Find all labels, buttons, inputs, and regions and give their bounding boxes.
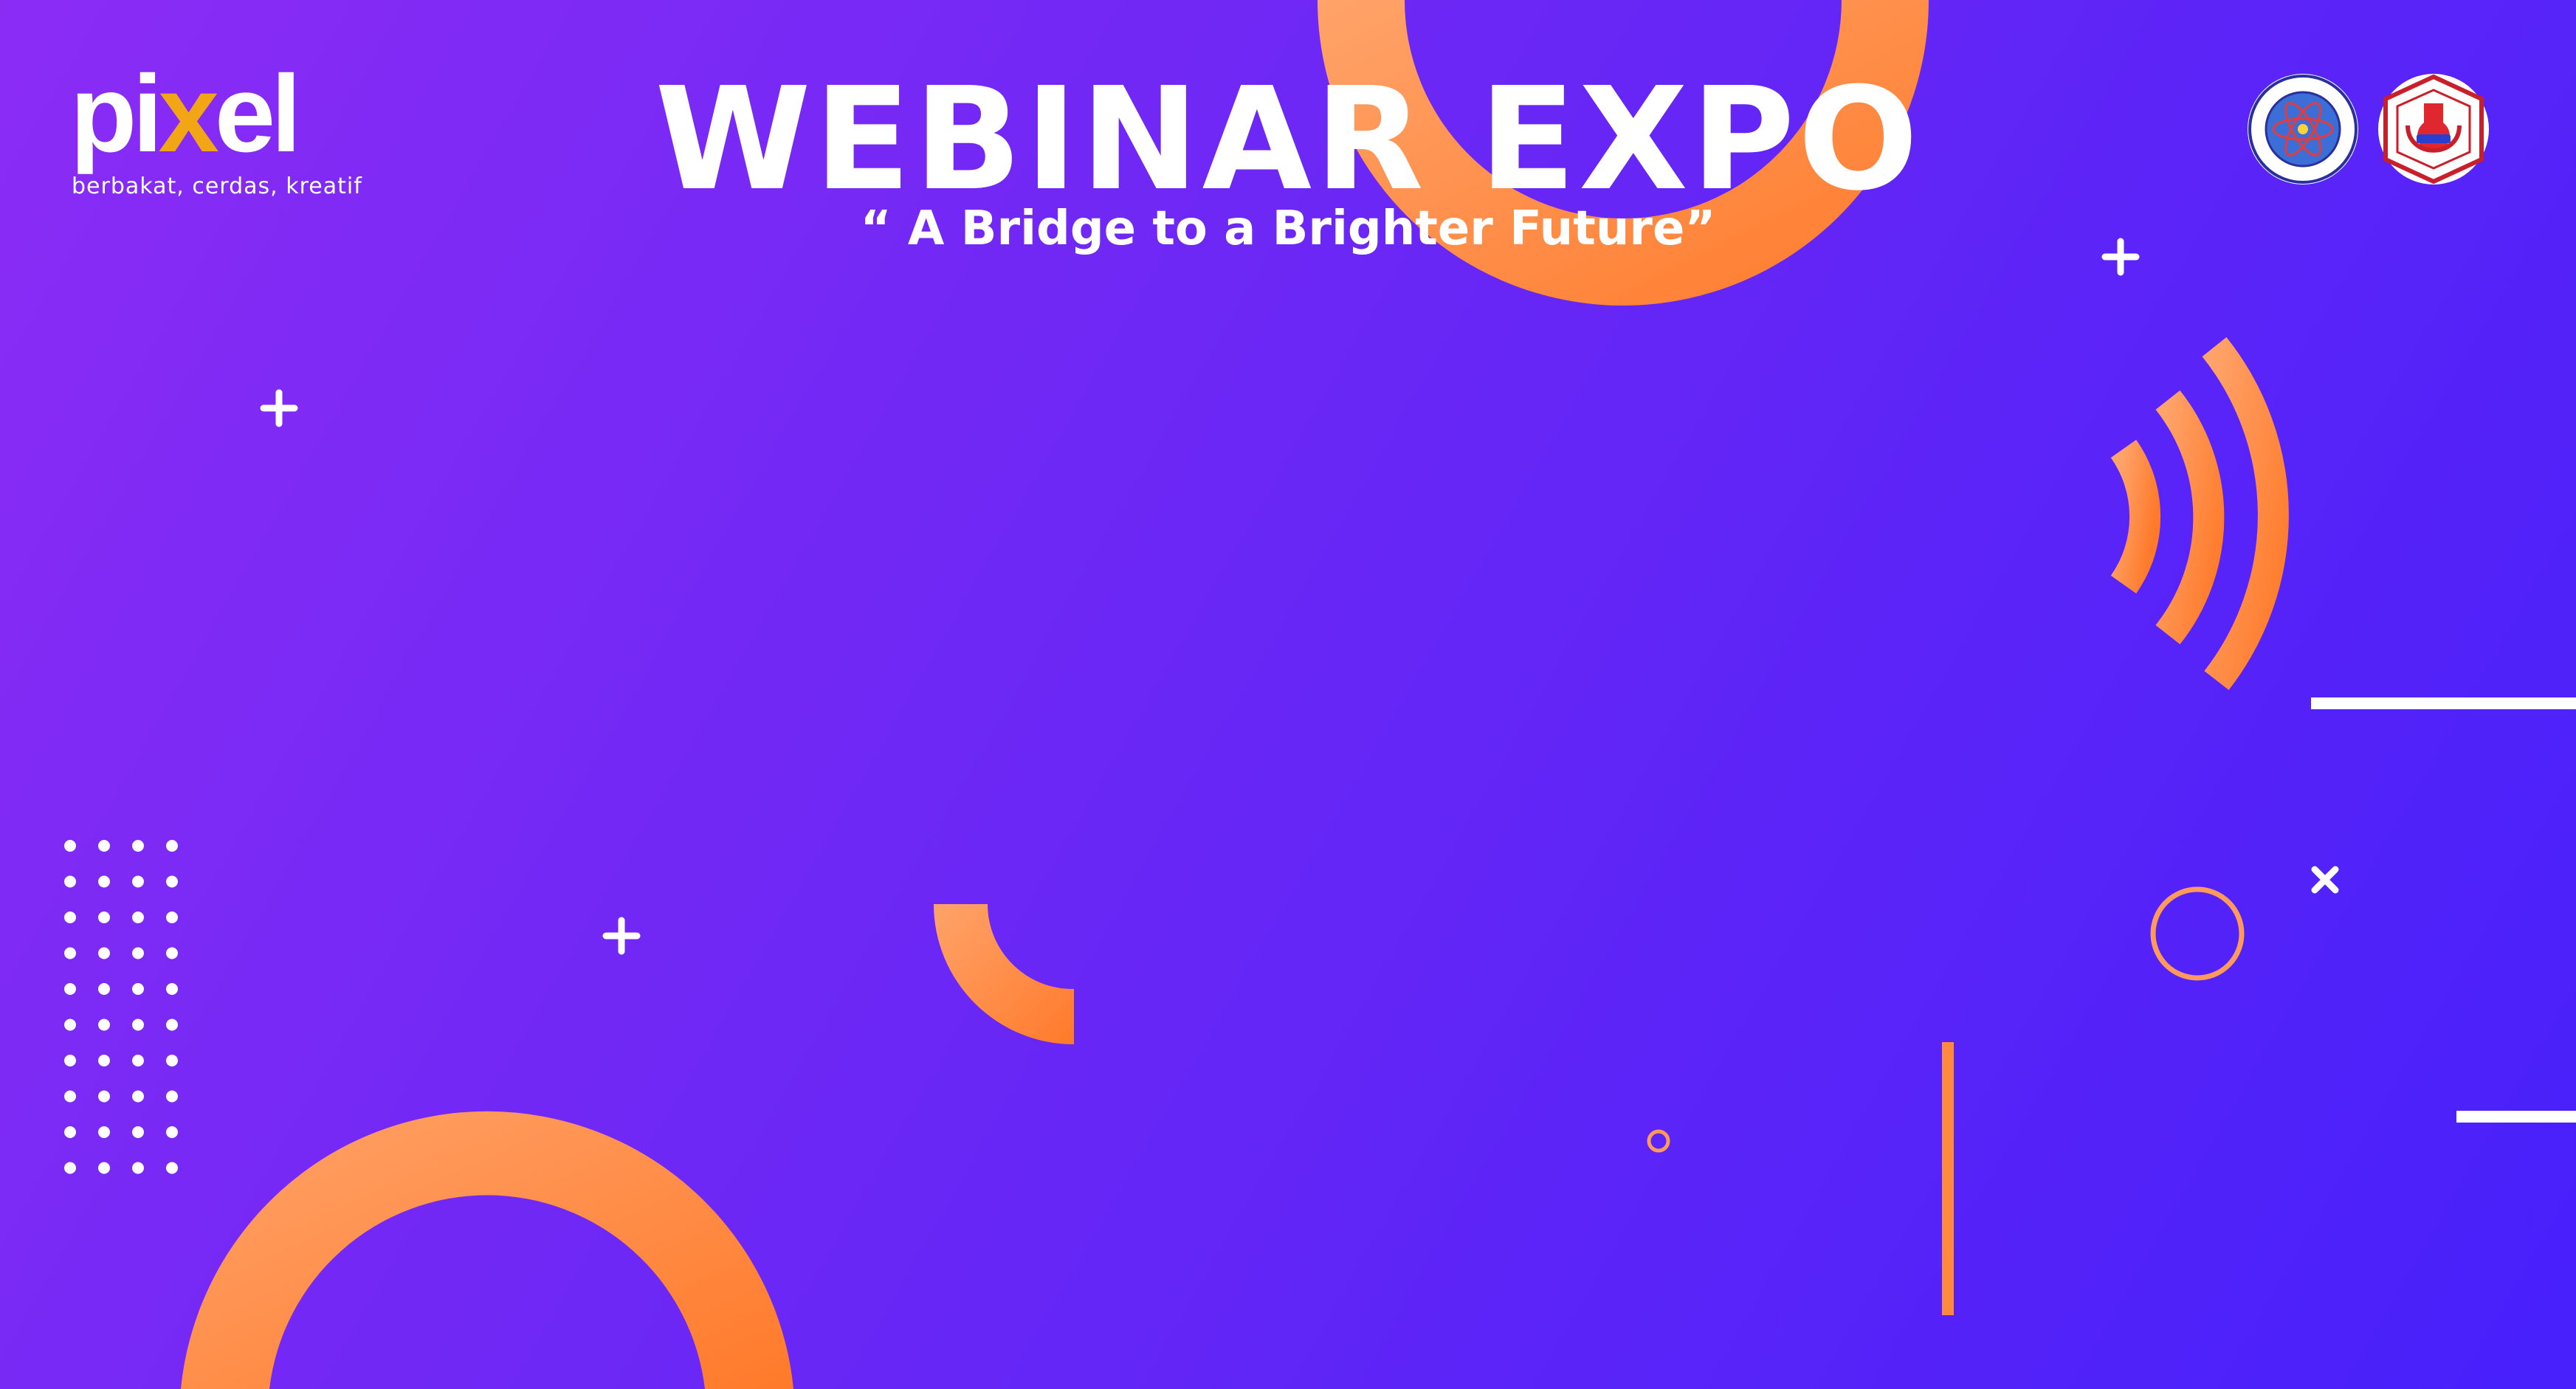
horizontal-line-shape xyxy=(2456,1111,2576,1123)
bottom-arch-shape xyxy=(181,1111,793,1389)
grid-dot xyxy=(64,947,76,959)
grid-dot xyxy=(98,983,110,995)
grid-dot xyxy=(132,983,144,995)
quarter-arc-shape xyxy=(934,904,1074,1044)
grid-dot xyxy=(98,840,110,852)
page-title: WEBINAR EXPO xyxy=(655,58,1921,222)
grid-dot xyxy=(166,911,178,923)
page-subtitle: “ A Bridge to a Brighter Future” xyxy=(860,201,1716,256)
grid-dot xyxy=(64,1090,76,1103)
grid-dot xyxy=(166,1090,178,1103)
grid-dot xyxy=(98,875,110,888)
plus-icon xyxy=(260,389,298,427)
grid-dot xyxy=(132,911,144,923)
grid-dot xyxy=(98,1055,110,1066)
grid-dot xyxy=(132,1090,144,1103)
dot-grid xyxy=(64,840,178,1174)
grid-dot xyxy=(132,840,144,852)
grid-dot xyxy=(132,875,144,888)
grid-dot xyxy=(132,1055,144,1066)
grid-dot xyxy=(64,875,76,888)
grid-dot xyxy=(64,1162,76,1174)
grid-dot xyxy=(166,1162,178,1174)
small-ring-shape xyxy=(1647,1129,1670,1153)
grid-dot xyxy=(98,911,110,923)
grid-dot xyxy=(166,983,178,995)
grid-dot xyxy=(98,947,110,959)
grid-dot xyxy=(166,875,178,888)
grid-dot xyxy=(132,1126,144,1138)
university-seal xyxy=(2248,74,2358,185)
grid-dot xyxy=(166,840,178,852)
grid-dot xyxy=(166,947,178,959)
university-seal-emblem xyxy=(2248,75,2358,184)
himatika-seal xyxy=(2378,74,2489,185)
grid-dot xyxy=(98,1126,110,1138)
grid-dot xyxy=(98,1019,110,1031)
grid-dot xyxy=(64,1055,76,1066)
grid-dot xyxy=(64,911,76,923)
grid-dot xyxy=(166,1055,178,1066)
plus-icon xyxy=(602,917,641,955)
grid-dot xyxy=(64,1126,76,1138)
himatika-seal-emblem xyxy=(2383,74,2484,185)
webinar-banner: pixel berbakat, cerdas, kreatif WEBINAR … xyxy=(0,0,2576,1389)
grid-dot xyxy=(132,1162,144,1174)
grid-dot xyxy=(64,1019,76,1031)
wifi-waves-icon xyxy=(2110,337,2289,690)
grid-dot xyxy=(132,1019,144,1031)
grid-dot xyxy=(98,1162,110,1174)
grid-dot xyxy=(98,1090,110,1103)
grid-dot xyxy=(166,1019,178,1031)
grid-dot xyxy=(166,1126,178,1138)
close-icon xyxy=(2311,866,2339,894)
grid-dot xyxy=(64,983,76,995)
grid-dot xyxy=(132,947,144,959)
ring-shape xyxy=(2150,886,2245,981)
vertical-line-shape xyxy=(1942,1042,1954,1315)
grid-dot xyxy=(64,840,76,852)
horizontal-line-shape xyxy=(2311,697,2576,709)
